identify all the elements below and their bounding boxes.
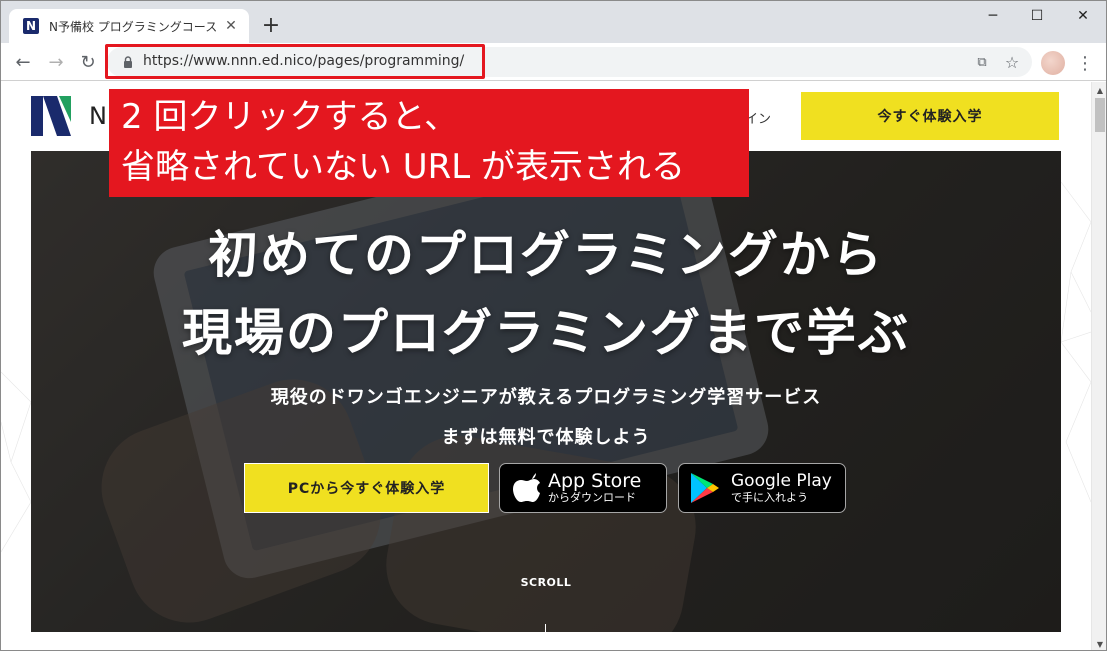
site-logo[interactable] xyxy=(31,96,71,136)
site-logo-text[interactable]: N xyxy=(89,102,107,130)
bookmark-star-icon[interactable]: ☆ xyxy=(1003,53,1021,72)
page-scrollbar[interactable]: ▲ ▼ xyxy=(1091,82,1106,650)
hero-title-line2: 現場のプログラミングまで学ぶ xyxy=(182,304,910,362)
app-store-button[interactable]: App Store からダウンロード xyxy=(499,463,667,513)
hero-section: 初めてのプログラミングから 現場のプログラミングまで学ぶ 現役のドワンゴエンジニ… xyxy=(31,151,1061,632)
annotation-callout: 2 回クリックすると、 省略されていない URL が表示される xyxy=(109,89,749,197)
app-store-subtitle: からダウンロード xyxy=(548,491,636,504)
url-highlight-box xyxy=(105,44,485,79)
reload-button[interactable]: ↻ xyxy=(75,49,101,75)
menu-kebab-icon[interactable]: ⋮ xyxy=(1076,50,1094,76)
minimize-button[interactable]: ─ xyxy=(971,5,1015,27)
window-close-button[interactable]: ✕ xyxy=(1061,5,1105,27)
pc-trial-button[interactable]: PCから今すぐ体験入学 xyxy=(244,463,489,513)
browser-toolbar: ← → ↻ https://www.nnn.ed.nico/pages/prog… xyxy=(1,43,1106,81)
apple-icon xyxy=(513,473,540,502)
header-trial-button[interactable]: 今すぐ体験入学 xyxy=(801,92,1059,140)
annotation-line2: 省略されていない URL が表示される xyxy=(121,147,686,187)
browser-window: N N予備校 プログラミングコース ✕ + ─ ☐ ✕ ← → ↻ https:… xyxy=(0,0,1107,651)
browser-tab[interactable]: N N予備校 プログラミングコース ✕ xyxy=(9,9,249,43)
cast-icon[interactable]: ⧉ xyxy=(973,53,991,71)
scroll-up-icon[interactable]: ▲ xyxy=(1092,82,1106,98)
forward-button[interactable]: → xyxy=(43,49,69,75)
hero-subtitle-line1: 現役のドワンゴエンジニアが教えるプログラミング学習サービス xyxy=(270,387,822,408)
hero-title-line1: 初めてのプログラミングから xyxy=(208,226,884,284)
hero-subtitle-line2: まずは無料で体験しよう xyxy=(441,427,651,448)
scroll-line xyxy=(545,624,546,632)
google-play-icon xyxy=(691,473,719,503)
scroll-down-icon[interactable]: ▼ xyxy=(1092,636,1106,650)
favicon-icon: N xyxy=(23,18,39,34)
annotation-line1: 2 回クリックすると、 xyxy=(121,97,459,137)
app-store-title: App Store xyxy=(548,470,642,492)
google-play-button[interactable]: Google Play で手に入れよう xyxy=(678,463,846,513)
new-tab-button[interactable]: + xyxy=(259,14,283,38)
tab-strip: N N予備校 プログラミングコース ✕ + ─ ☐ ✕ xyxy=(1,1,1106,43)
tab-close-icon[interactable]: ✕ xyxy=(223,18,239,34)
scrollbar-thumb[interactable] xyxy=(1095,98,1105,132)
scroll-indicator[interactable]: SCROLL xyxy=(31,576,1061,589)
tab-title: N予備校 プログラミングコース xyxy=(49,19,218,34)
back-button[interactable]: ← xyxy=(10,49,36,75)
profile-avatar[interactable] xyxy=(1041,51,1065,75)
maximize-button[interactable]: ☐ xyxy=(1015,5,1059,27)
google-play-title: Google Play xyxy=(731,471,832,491)
google-play-subtitle: で手に入れよう xyxy=(731,491,808,504)
